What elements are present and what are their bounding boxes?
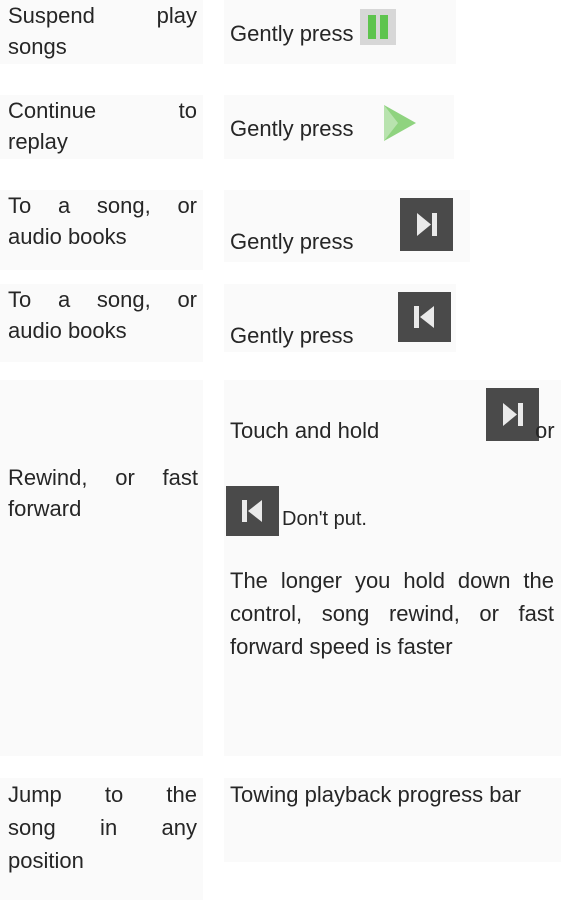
action-line: audio books	[8, 224, 127, 249]
action-line: audio books	[8, 318, 127, 343]
action-cell-previous: To a song, or audio books	[0, 284, 203, 362]
instruction-cell-suspend: Gently press	[224, 0, 456, 64]
action-line: Continue to	[8, 98, 197, 123]
next-track-icon	[486, 388, 539, 441]
action-cell-rewind: Rewind, or fast forward	[0, 380, 203, 756]
touch-and-hold-text: Touch and hold	[230, 418, 380, 443]
dont-put-text: Don't put.	[282, 508, 367, 530]
instruction-text: Gently press	[230, 323, 354, 348]
action-line: Jump to the	[8, 782, 197, 807]
play-icon	[383, 105, 416, 142]
action-line: position	[8, 848, 84, 873]
instruction-cell-rewind: Touch and hold or Don't put. The longer …	[224, 380, 561, 756]
action-cell-continue: Continue to replay	[0, 95, 203, 159]
pause-icon	[359, 9, 396, 46]
previous-track-icon	[226, 486, 279, 536]
action-line: Suspend play	[8, 3, 197, 28]
instruction-cell-previous: Gently press	[224, 284, 456, 352]
action-line: replay	[8, 129, 68, 154]
instruction-text: Gently press	[230, 229, 354, 254]
instruction-cell-continue: Gently press	[224, 95, 454, 159]
action-cell-next: To a song, or audio books	[0, 190, 203, 270]
action-line: To a song, or	[8, 287, 197, 312]
previous-track-icon	[398, 292, 451, 342]
action-cell-jump: Jump to the song in any position	[0, 778, 203, 900]
next-track-icon	[400, 198, 453, 251]
action-line: To a song, or	[8, 193, 197, 218]
action-cell-suspend: Suspend play songs	[0, 0, 203, 64]
jump-instruction-text: Towing playback progress bar	[230, 782, 522, 807]
instruction-text: Gently press	[230, 116, 354, 141]
instruction-cell-jump: Towing playback progress bar	[224, 778, 561, 862]
or-text: or	[535, 418, 555, 443]
explanation-text: The longer you hold down the control, so…	[230, 568, 554, 659]
instruction-cell-next: Gently press	[224, 190, 470, 262]
action-line: forward	[8, 496, 82, 521]
action-line: song in any	[8, 815, 197, 840]
instruction-text: Gently press	[230, 21, 354, 46]
action-line: songs	[8, 34, 67, 59]
action-line: Rewind, or fast	[8, 465, 198, 490]
